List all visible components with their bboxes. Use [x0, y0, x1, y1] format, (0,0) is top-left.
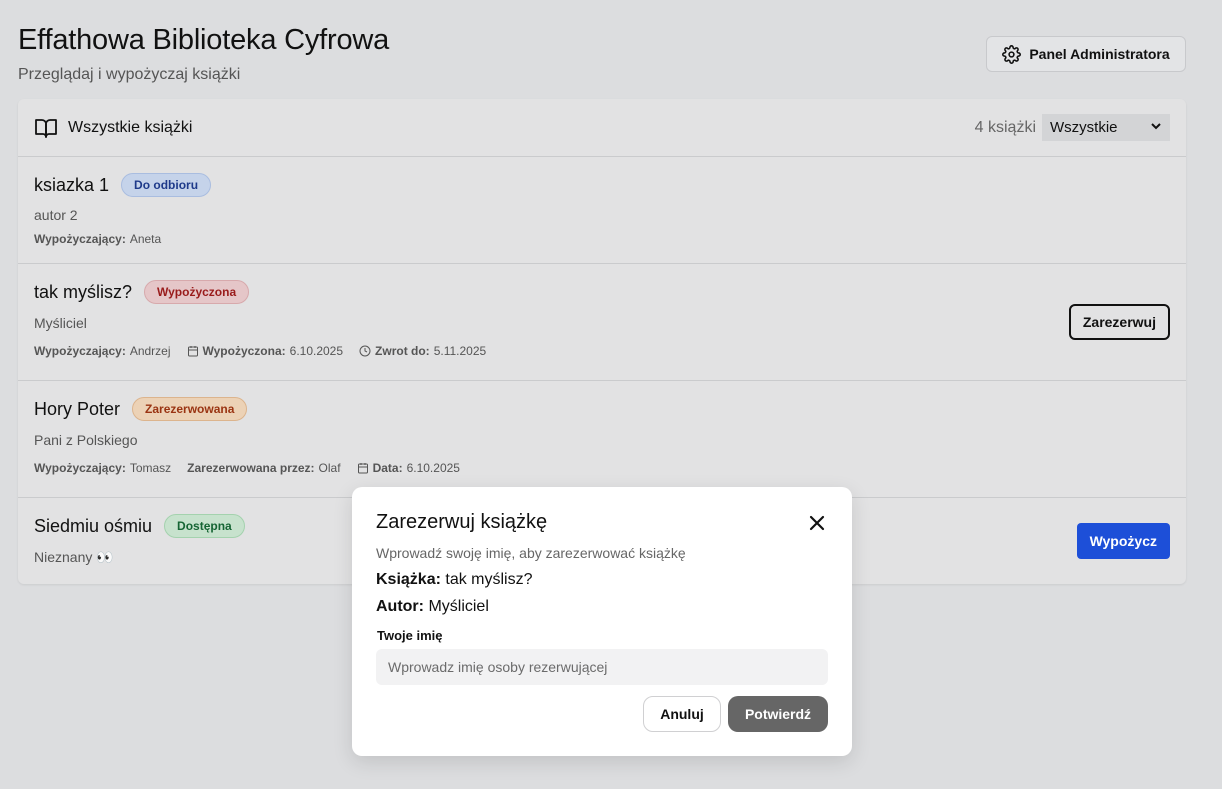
book-open-icon: [34, 116, 58, 140]
book-author: autor 2: [34, 207, 78, 223]
borrower-name: Tomasz: [129, 461, 172, 475]
cancel-button[interactable]: Anuluj: [643, 696, 721, 732]
borrowed-label: Wypożyczona:: [202, 344, 286, 358]
status-badge: Dostępna: [164, 514, 245, 538]
page-title: Effathowa Biblioteka Cyfrowa: [18, 24, 390, 56]
close-icon[interactable]: [808, 514, 826, 532]
book-title: Hory Poter: [34, 398, 121, 419]
status-badge: Wypożyczona: [144, 280, 250, 304]
borrower-info: Wypożyczający: Tomasz: [34, 461, 171, 475]
reserved-by-info: Zarezerwowana przez: Olaf: [187, 461, 340, 475]
book-row: tak myślisz? Wypożyczona Myśliciel Wypoż…: [18, 264, 1186, 381]
page-header: Effathowa Biblioteka Cyfrowa Przeglądaj …: [18, 24, 389, 84]
dialog-author-label: Autor:: [376, 598, 424, 615]
books-count: 4 książki: [974, 118, 1036, 136]
dialog-author-value: Myśliciel: [428, 598, 489, 615]
calendar-icon: [187, 346, 198, 357]
confirm-button[interactable]: Potwierdź: [728, 696, 828, 732]
dialog-description: Wprowadź swoję imię, aby zarezerwować ks…: [376, 545, 686, 561]
reservation-date: 6.10.2025: [406, 461, 460, 475]
borrower-info: Wypożyczający: Andrzej: [34, 344, 171, 358]
admin-panel-button-label: Panel Administratora: [1029, 46, 1170, 62]
book-row: ksiazka 1 Do odbioru autor 2 Wypożyczają…: [18, 157, 1186, 264]
book-row: Hory Poter Zarezerwowana Pani z Polskieg…: [18, 381, 1186, 498]
borrowed-date: 6.10.2025: [289, 344, 344, 358]
borrower-label: Wypożyczający:: [34, 461, 126, 475]
calendar-icon: [357, 463, 368, 474]
status-filter-value: Wszystkie: [1050, 119, 1118, 136]
reserve-button[interactable]: Zarezerwuj: [1068, 304, 1170, 340]
chevron-down-icon: [1150, 120, 1162, 135]
status-badge: Zarezerwowana: [132, 397, 248, 421]
borrowed-date-info: Wypożyczona: 6.10.2025: [187, 344, 344, 358]
dialog-book-value: tak myślisz?: [445, 571, 533, 588]
books-card-title: Wszystkie książki: [68, 118, 193, 136]
status-filter-select[interactable]: Wszystkie: [1042, 114, 1170, 141]
borrower-name: Aneta: [129, 232, 162, 246]
reservation-date-info: Data: 6.10.2025: [357, 461, 460, 475]
dialog-title: Zarezerwuj książkę: [376, 511, 548, 533]
book-meta: Wypożyczający: Andrzej Wypożyczona: 6.10…: [34, 344, 1170, 358]
due-date-info: Zwrot do: 5.11.2025: [359, 344, 486, 358]
borrow-button[interactable]: Wypożycz: [1076, 523, 1170, 559]
dialog-book-field: Książka: tak myślisz?: [376, 571, 828, 589]
due-label: Zwrot do:: [375, 344, 430, 358]
book-title: ksiazka 1: [34, 174, 110, 195]
dialog-author-field: Autor: Myśliciel: [376, 598, 828, 616]
book-meta: Wypożyczający: Aneta: [34, 232, 1170, 246]
reserve-dialog: Zarezerwuj książkę Wprowadź swoję imię, …: [352, 487, 852, 756]
page-subtitle: Przeglądaj i wypożyczaj książki: [18, 66, 241, 83]
reserved-by-label: Zarezerwowana przez:: [187, 461, 315, 475]
book-author: Myśliciel: [34, 315, 87, 331]
borrower-label: Wypożyczający:: [34, 344, 126, 358]
admin-panel-button[interactable]: Panel Administratora: [986, 36, 1186, 72]
dialog-actions: Anuluj Potwierdź: [643, 696, 828, 732]
name-field-label: Twoje imię: [377, 628, 443, 643]
book-title: Siedmiu ośmiu: [34, 515, 153, 536]
name-input[interactable]: [376, 649, 828, 685]
book-meta: Wypożyczający: Tomasz Zarezerwowana prze…: [34, 461, 1170, 475]
book-author: Pani z Polskiego: [34, 432, 138, 448]
reservation-date-label: Data:: [372, 461, 403, 475]
book-title: tak myślisz?: [34, 281, 133, 302]
dialog-book-label: Książka:: [376, 571, 441, 588]
clock-icon: [359, 345, 371, 357]
due-date: 5.11.2025: [433, 344, 487, 358]
borrower-name: Andrzej: [129, 344, 171, 358]
status-badge: Do odbioru: [121, 173, 212, 197]
reserved-by-name: Olaf: [318, 461, 341, 475]
gear-icon: [1002, 44, 1022, 64]
borrower-label: Wypożyczający:: [34, 232, 126, 246]
books-card-header: Wszystkie książki 4 książki Wszystkie: [18, 99, 1186, 157]
borrower-info: Wypożyczający: Aneta: [34, 232, 161, 246]
